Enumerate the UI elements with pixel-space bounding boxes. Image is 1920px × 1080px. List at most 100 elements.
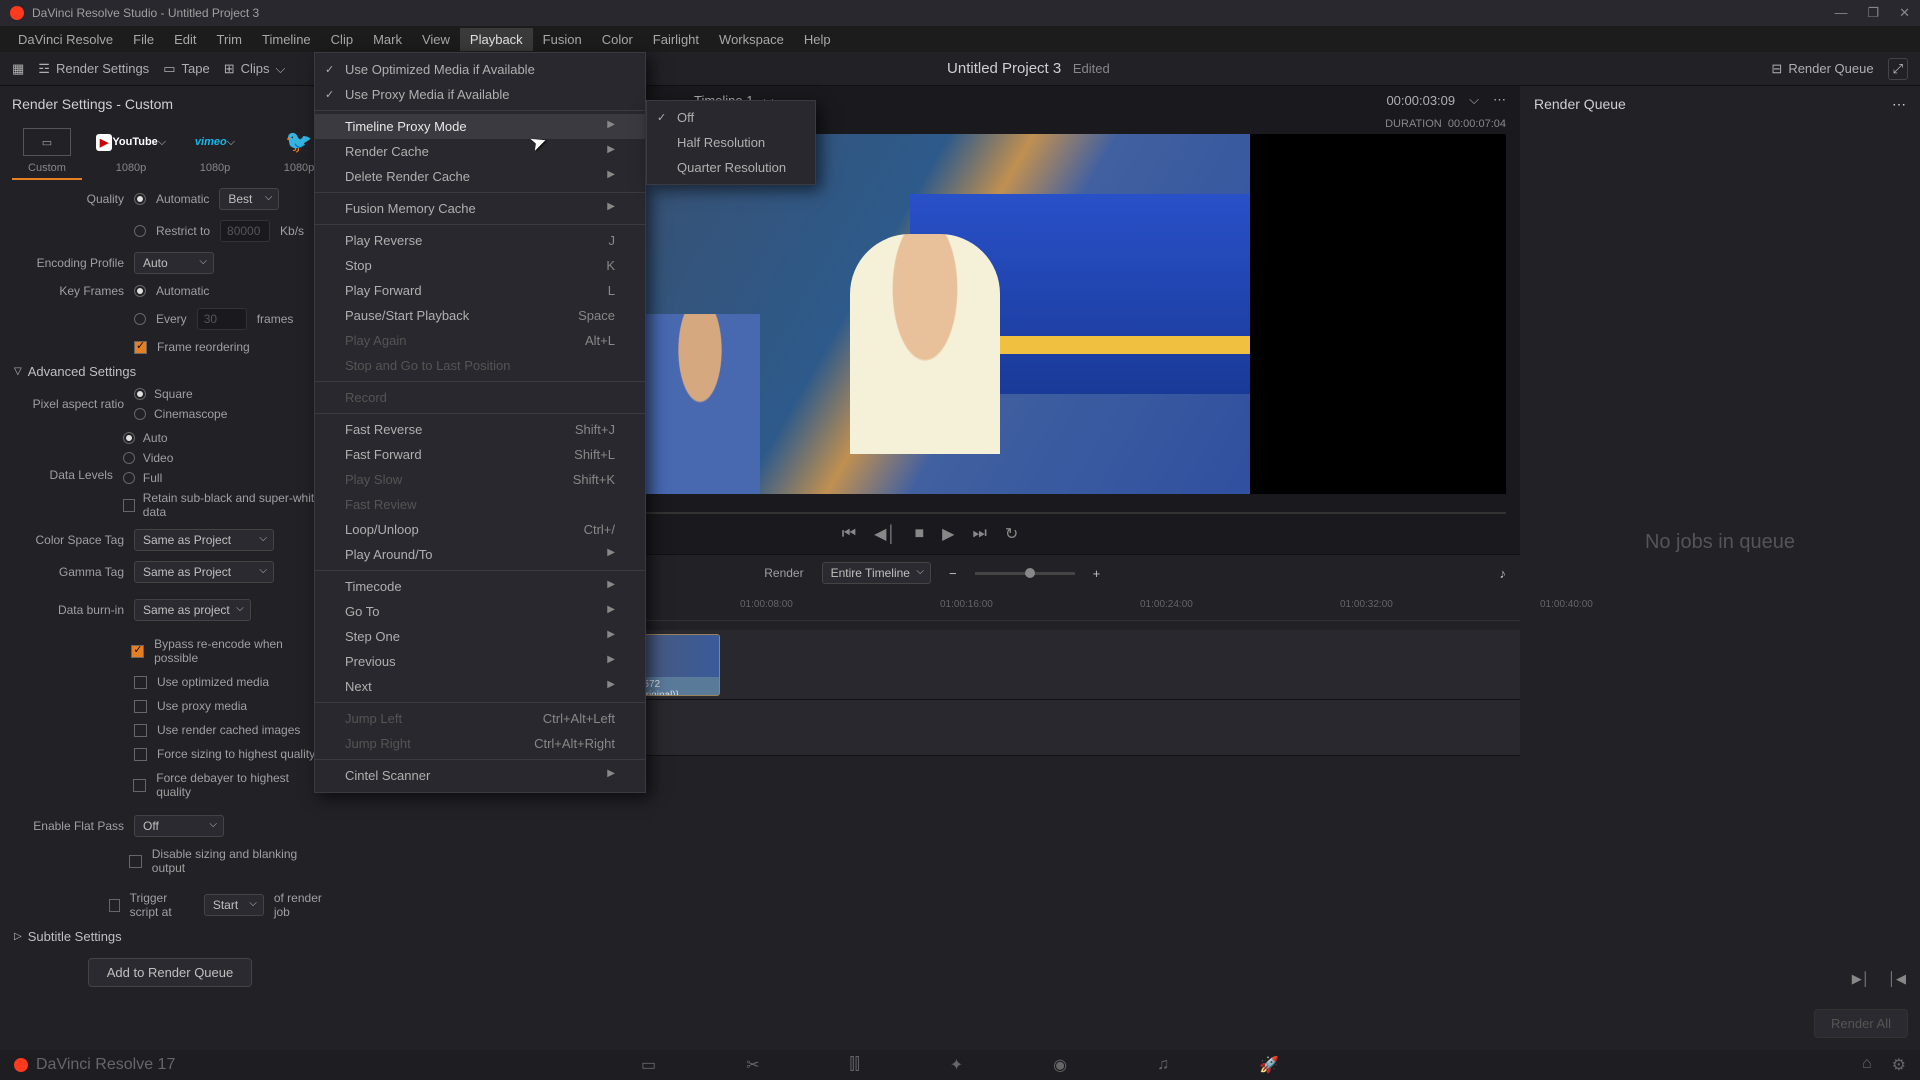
flatpass-select[interactable]: Off [134,815,224,837]
menu-color[interactable]: Color [592,28,643,51]
timeline-ruler[interactable]: 01:00:00:0001:00:08:0001:00:16:0001:00:2… [540,591,1520,621]
last-frame-icon[interactable]: ⏭ [972,525,986,543]
menu-item-play-around-to[interactable]: Play Around/To▶ [315,542,645,567]
viewer-menu-icon[interactable]: ⋯ [1493,92,1506,108]
rq-prev-icon[interactable]: │◀ [1888,971,1906,987]
disablesizing-check[interactable] [129,855,142,868]
audio-icon[interactable]: ♪ [1499,566,1506,581]
dl-video-radio[interactable] [123,452,135,464]
menu-trim[interactable]: Trim [207,28,253,51]
panels-icon[interactable]: ▦ [12,61,24,77]
menu-playback[interactable]: Playback [460,28,533,51]
rendercached-check[interactable] [134,724,147,737]
menu-item-loop-unloop[interactable]: Loop/UnloopCtrl+/ [315,517,645,542]
colorspace-select[interactable]: Same as Project [134,529,274,551]
menu-item-pause-start-playback[interactable]: Pause/Start PlaybackSpace [315,303,645,328]
nav-deliver-icon[interactable]: 🚀 [1259,1055,1279,1075]
menu-workspace[interactable]: Workspace [709,28,794,51]
menu-item-step-one[interactable]: Step One▶ [315,624,645,649]
preset-vimeo[interactable]: vimeo ⌵1080p [180,128,250,174]
clips-button[interactable]: ⊞ Clips ⌵ [224,61,286,77]
menu-item-play-reverse[interactable]: Play ReverseJ [315,228,645,253]
menu-item-fast-reverse[interactable]: Fast ReverseShift+J [315,417,645,442]
par-cinema-radio[interactable] [134,408,146,420]
submenu-quarter-resolution[interactable]: Quarter Resolution [647,155,815,180]
menu-clip[interactable]: Clip [321,28,363,51]
menu-item-delete-render-cache[interactable]: Delete Render Cache▶ [315,164,645,189]
forcesizing-check[interactable] [134,748,147,761]
minimize-icon[interactable]: — [1834,5,1847,21]
maximize-icon[interactable]: ❐ [1867,5,1879,21]
subtitle-settings-toggle[interactable]: ▷Subtitle Settings [14,929,326,944]
rq-next-icon[interactable]: ▶│ [1852,971,1870,987]
render-range-select[interactable]: Entire Timeline [822,562,931,584]
tape-button[interactable]: ▭ Tape [163,61,210,77]
preset-youtube[interactable]: ▶ YouTube ⌵1080p [96,128,166,174]
menu-item-fusion-memory-cache[interactable]: Fusion Memory Cache▶ [315,196,645,221]
dl-full-radio[interactable] [123,472,135,484]
nav-cut-icon[interactable]: ✂ [746,1055,759,1075]
menu-item-use-proxy-media-if-available[interactable]: ✓Use Proxy Media if Available [315,82,645,107]
encoding-profile-select[interactable]: Auto [134,252,214,274]
menu-davinci-resolve[interactable]: DaVinci Resolve [8,28,123,51]
nav-fairlight-icon[interactable]: ♫ [1157,1056,1169,1074]
frame-reorder-check[interactable] [134,341,147,354]
preset-custom[interactable]: ▭Custom [12,128,82,174]
menu-item-render-cache[interactable]: Render Cache▶ [315,139,645,164]
close-icon[interactable]: ✕ [1899,5,1910,21]
menu-fairlight[interactable]: Fairlight [643,28,709,51]
menu-file[interactable]: File [123,28,164,51]
menu-item-timeline-proxy-mode[interactable]: Timeline Proxy Mode▶ [315,114,645,139]
advanced-settings-toggle[interactable]: ▽Advanced Settings [14,364,326,379]
menu-item-play-forward[interactable]: Play ForwardL [315,278,645,303]
menu-item-go-to[interactable]: Go To▶ [315,599,645,624]
gamma-select[interactable]: Same as Project [134,561,274,583]
menu-view[interactable]: View [412,28,460,51]
quality-auto-radio[interactable] [134,193,146,205]
bypass-check[interactable] [131,645,144,658]
menu-timeline[interactable]: Timeline [252,28,321,51]
menu-fusion[interactable]: Fusion [533,28,592,51]
trigger-select[interactable]: Start [204,894,264,916]
dl-auto-radio[interactable] [123,432,135,444]
dl-retain-check[interactable] [123,499,135,512]
quality-select[interactable]: Best [219,188,279,210]
first-frame-icon[interactable]: ⏮ [842,525,856,543]
nav-home-icon[interactable]: ⌂ [1862,1055,1872,1075]
prev-frame-icon[interactable]: ◀│ [874,524,896,544]
optmedia-check[interactable] [134,676,147,689]
menu-item-cintel-scanner[interactable]: Cintel Scanner▶ [315,763,645,788]
submenu-off[interactable]: ✓Off [647,105,815,130]
menu-item-use-optimized-media-if-available[interactable]: ✓Use Optimized Media if Available [315,57,645,82]
zoom-out-icon[interactable]: − [949,566,957,581]
par-square-radio[interactable] [134,388,146,400]
menu-mark[interactable]: Mark [363,28,412,51]
kf-every-radio[interactable] [134,313,146,325]
nav-edit-icon[interactable]: ⫿⫿ [849,1056,859,1074]
nav-color-icon[interactable]: ◉ [1053,1055,1067,1075]
quality-restrict-radio[interactable] [134,225,146,237]
add-to-render-queue-button[interactable]: Add to Render Queue [88,958,252,987]
nav-fusion-icon[interactable]: ✦ [950,1055,963,1075]
menu-item-previous[interactable]: Previous▶ [315,649,645,674]
zoom-in-icon[interactable]: + [1093,566,1101,581]
render-queue-menu-icon[interactable]: ⋯ [1892,96,1906,113]
menu-item-timecode[interactable]: Timecode▶ [315,574,645,599]
expand-icon[interactable]: ⤢ [1888,58,1908,80]
kf-auto-radio[interactable] [134,285,146,297]
nav-settings-icon[interactable]: ⚙ [1892,1055,1906,1075]
trigger-check[interactable] [109,899,120,912]
play-icon[interactable]: ▶ [942,524,954,544]
render-queue-button[interactable]: ⊟ Render Queue [1771,61,1873,77]
submenu-half-resolution[interactable]: Half Resolution [647,130,815,155]
menu-item-stop[interactable]: StopK [315,253,645,278]
loop-icon[interactable]: ↻ [1005,524,1018,544]
stop-icon[interactable]: ■ [914,525,924,543]
forcedebayer-check[interactable] [133,779,146,792]
menu-edit[interactable]: Edit [164,28,206,51]
nav-media-icon[interactable]: ▭ [641,1055,656,1075]
menu-item-next[interactable]: Next▶ [315,674,645,699]
viewer-timecode[interactable]: 00:00:03:09 [1386,93,1455,108]
menu-help[interactable]: Help [794,28,841,51]
menu-item-fast-forward[interactable]: Fast ForwardShift+L [315,442,645,467]
